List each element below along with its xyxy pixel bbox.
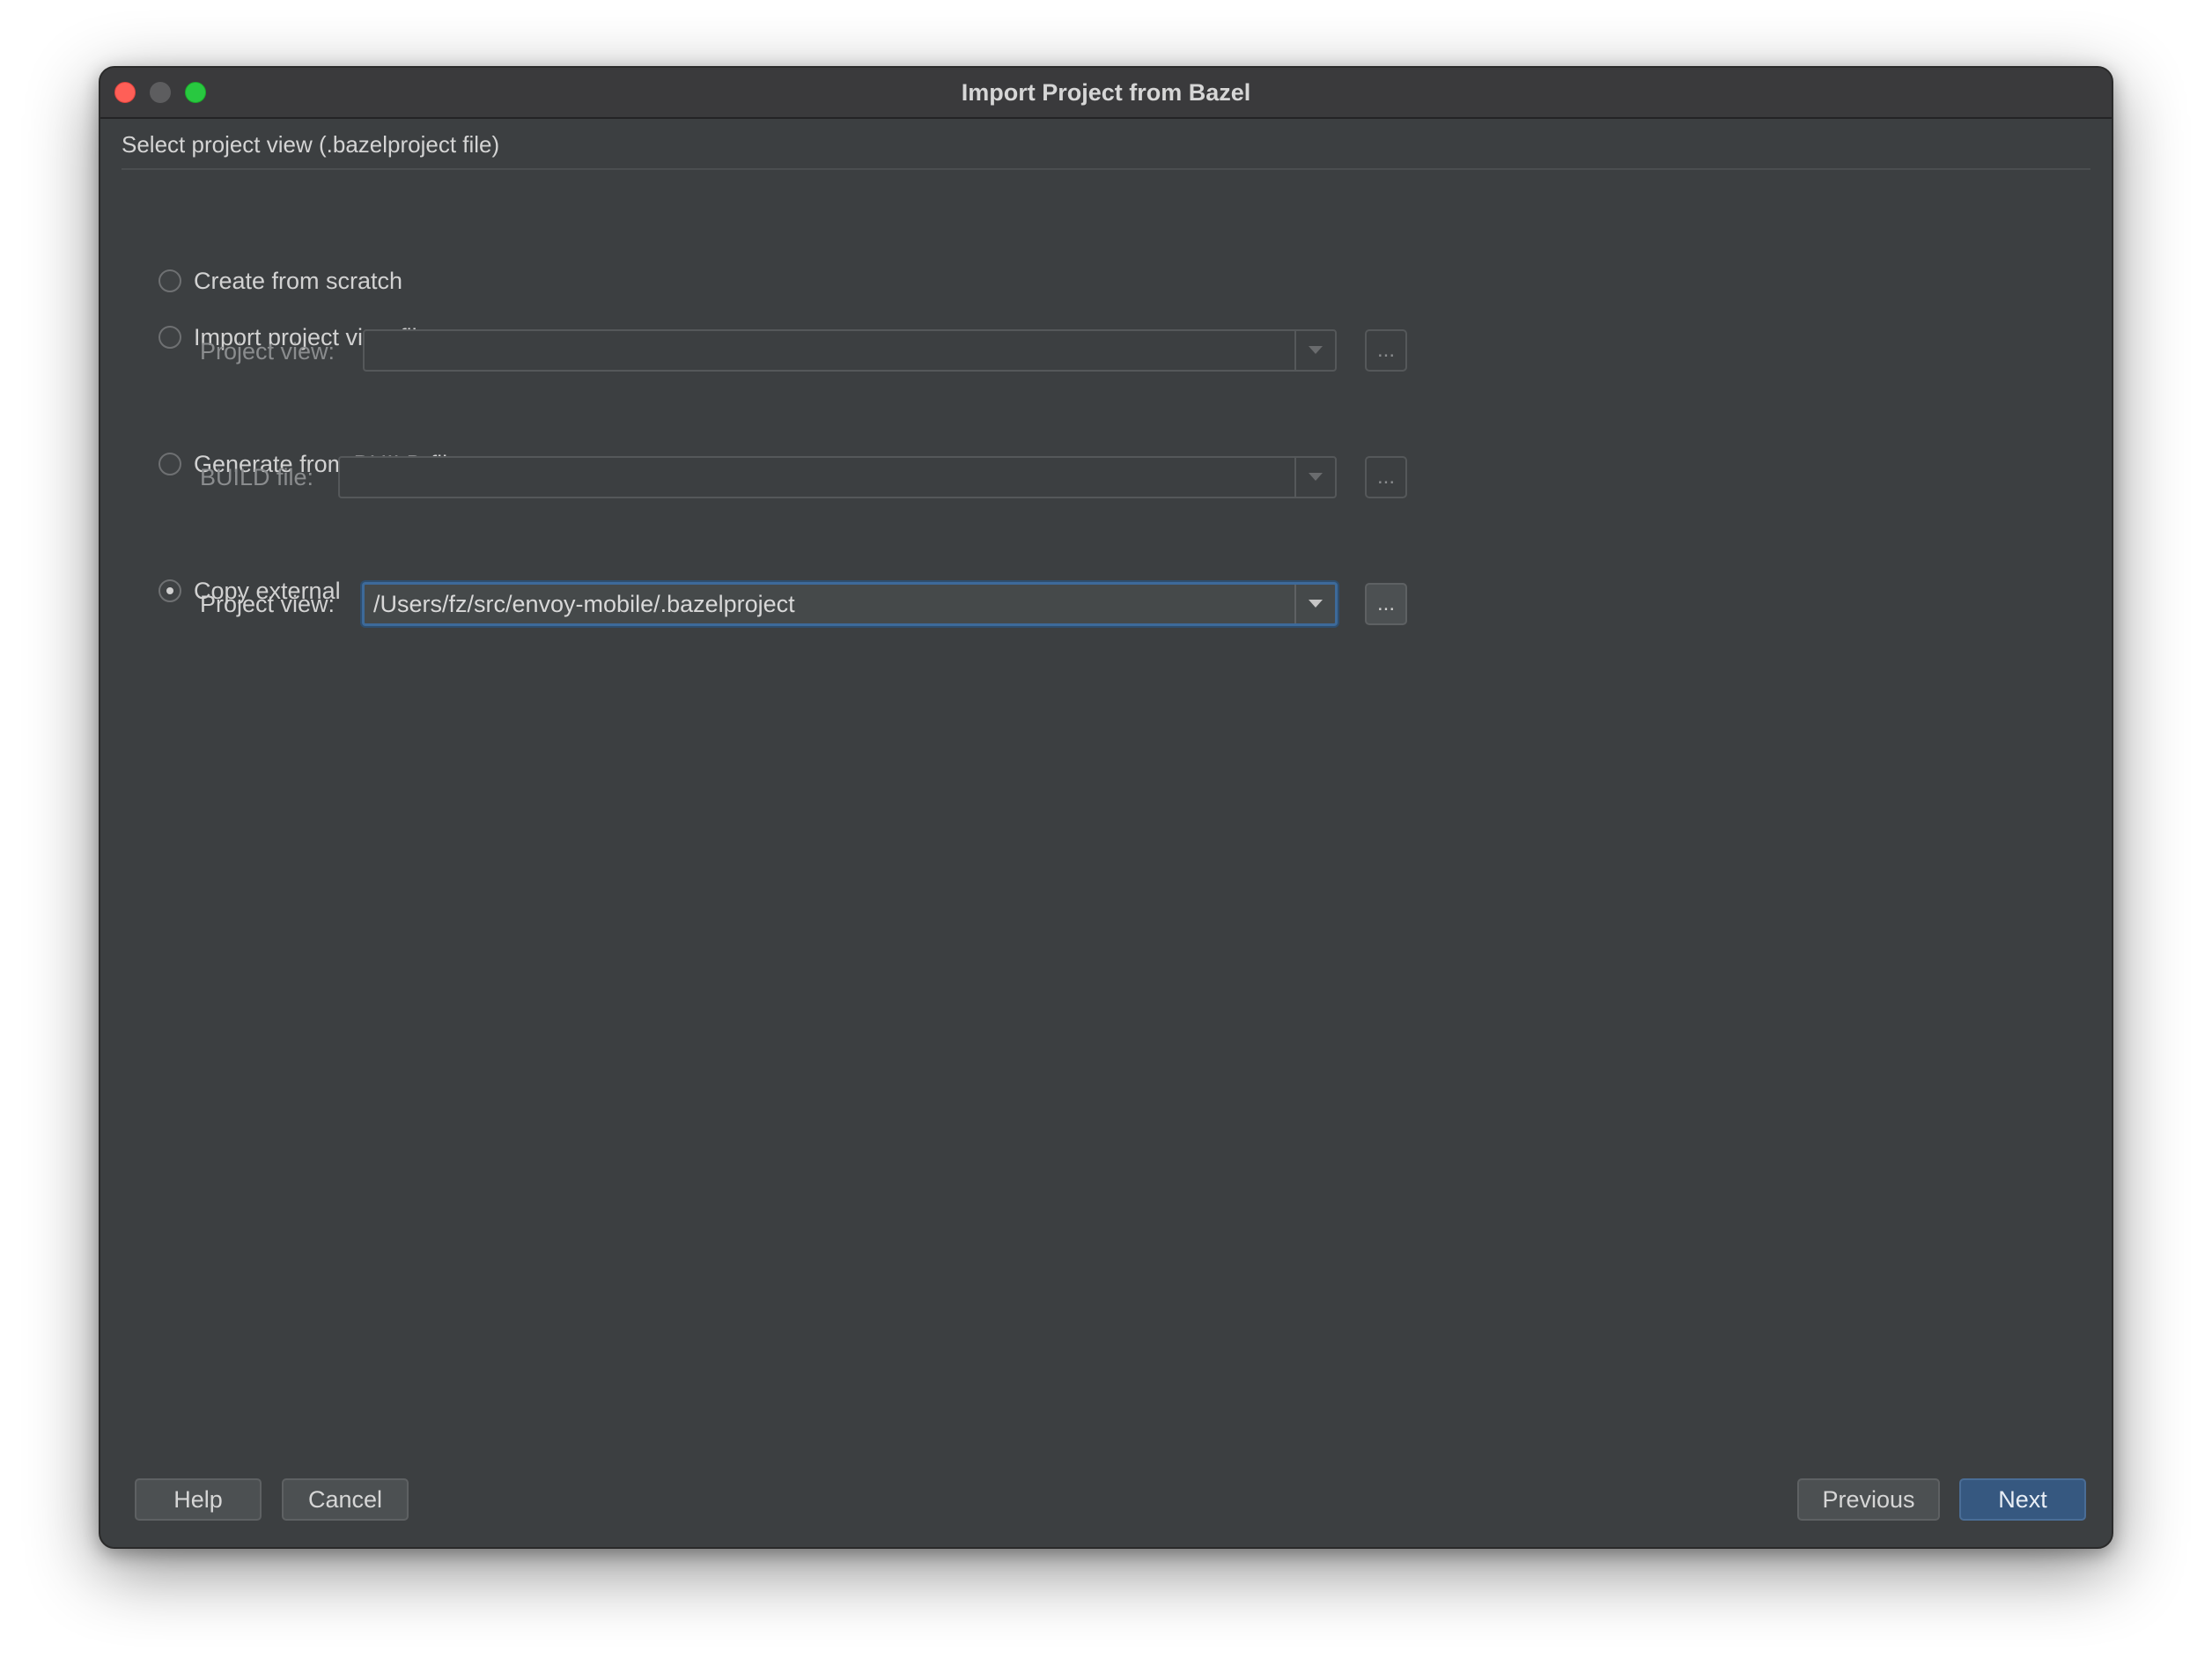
copy-project-view-combo[interactable]: /Users/fz/src/envoy-mobile/.bazelproject [362,582,1338,626]
next-button[interactable]: Next [1959,1478,2086,1521]
combo-dropdown-button [1294,331,1335,370]
cancel-button[interactable]: Cancel [282,1478,409,1521]
radio-label: Create from scratch [194,267,403,294]
radio-import-project-view-file[interactable] [159,326,181,349]
import-browse-button: ... [1365,329,1407,372]
build-file-combo [338,456,1337,498]
radio-create-from-scratch[interactable] [159,269,181,292]
combo-value[interactable]: /Users/fz/src/envoy-mobile/.bazelproject [373,585,795,623]
chevron-down-icon [1309,346,1323,354]
import-project-dialog: Import Project from Bazel Select project… [99,66,2113,1549]
chevron-down-icon [1309,600,1323,608]
combo-dropdown-button[interactable] [1294,585,1335,623]
section-header: Select project view (.bazelproject file) [122,131,500,158]
build-file-label: BUILD file: [200,464,314,490]
window-title: Import Project from Bazel [961,79,1251,106]
title-bar[interactable]: Import Project from Bazel [100,68,2112,119]
option-create-from-scratch[interactable]: Create from scratch [159,263,402,298]
combo-dropdown-button [1294,458,1335,497]
section-divider [122,168,2090,170]
chevron-down-icon [1309,473,1323,481]
previous-button[interactable]: Previous [1797,1478,1940,1521]
radio-copy-external[interactable] [159,579,181,602]
import-project-view-label: Project view: [200,338,335,365]
build-browse-button: ... [1365,456,1407,498]
copy-browse-button[interactable]: ... [1365,583,1407,625]
import-project-view-combo [363,329,1337,372]
radio-generate-from-build-file[interactable] [159,453,181,475]
help-button[interactable]: Help [135,1478,262,1521]
copy-project-view-label: Project view: [200,591,335,617]
